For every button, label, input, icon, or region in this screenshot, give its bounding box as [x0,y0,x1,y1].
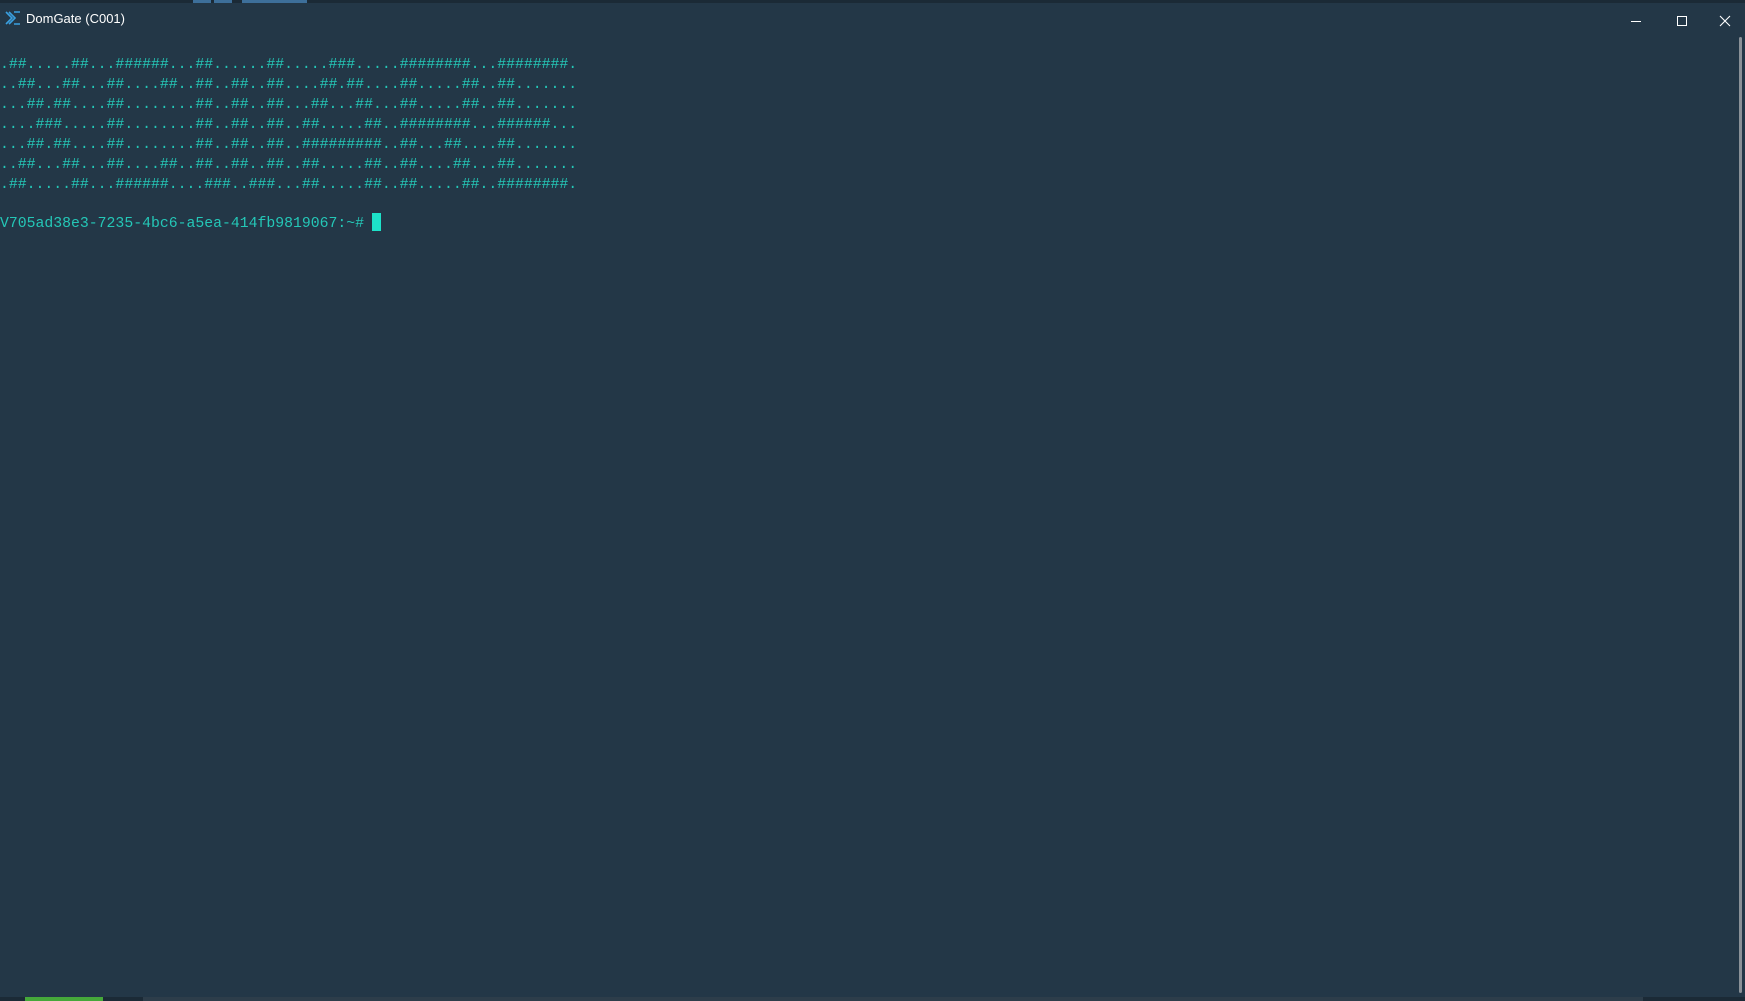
shell-prompt: V705ad38e3-7235-4bc6-a5ea-414fb9819067:~… [0,216,365,232]
taskbar-strip [143,997,1643,1001]
maximize-button[interactable] [1659,6,1705,36]
banner-line: .##.....##...######....###..###...##....… [0,177,578,193]
text-cursor [372,213,382,231]
window-title: DomGate (C001) [26,11,125,26]
maximize-icon [1676,15,1688,27]
window-bottom-edge [0,997,1745,1001]
banner-line: ....###.....##........##..##..##..##....… [0,117,578,133]
vertical-scrollbar[interactable] [1735,35,1745,995]
banner-line: ..##...##...##....##..##..##..##..##....… [0,157,578,173]
title-bar[interactable]: DomGate (C001) [0,3,1745,35]
minimize-icon [1630,15,1642,27]
banner-line: ..##...##...##....##..##..##..##....##.#… [0,77,578,93]
scrollbar-thumb[interactable] [1739,37,1742,993]
close-icon [1719,15,1731,27]
terminal-window: DomGate (C001) .##.....##...######...##.… [0,0,1745,1001]
taskbar-accent [25,997,103,1001]
close-button[interactable] [1705,6,1745,36]
ascii-banner: .##.....##...######...##......##.....###… [0,55,577,195]
banner-line: .##.....##...######...##......##.....###… [0,57,578,73]
command-prompt-line[interactable]: V705ad38e3-7235-4bc6-a5ea-414fb9819067:~… [0,213,382,234]
minimize-button[interactable] [1613,6,1659,36]
banner-line: ...##.##....##........##..##..##...##...… [0,97,578,113]
banner-line: ...##.##....##........##..##..##..######… [0,137,578,153]
terminal-output[interactable]: .##.....##...######...##......##.....###… [0,35,1735,995]
domgate-logo-icon [5,10,21,26]
